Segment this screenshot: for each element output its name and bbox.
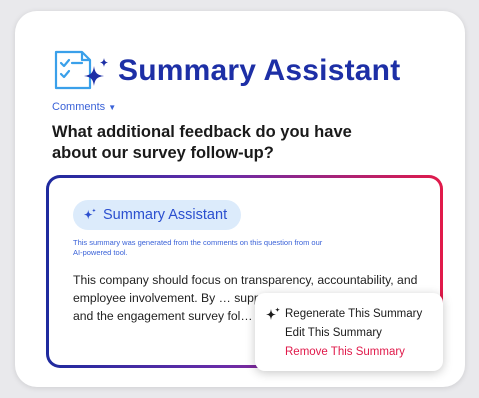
remove-summary-item[interactable]: Remove This Summary [285,346,405,358]
sparkle-icon [83,208,97,220]
summary-assistant-chip: Summary Assistant [73,200,242,230]
checklist-sparkle-icon [54,50,108,90]
sparkle-icon [266,307,280,320]
summary-context-menu: Regenerate This Summary Edit This Summar… [255,293,443,371]
ai-generated-note: This summary was generated from the comm… [73,238,323,257]
app-title: Summary Assistant [118,54,401,87]
regenerate-summary-item[interactable]: Regenerate This Summary [285,308,422,320]
caret-down-icon: ▼ [108,102,117,112]
question-heading: What additional feedback do you have abo… [52,123,352,162]
chip-label: Summary Assistant [103,207,228,223]
comments-dropdown[interactable]: Comments ▼ [52,101,116,113]
edit-summary-item[interactable]: Edit This Summary [285,327,382,339]
header: Summary Assistant [48,48,400,94]
comments-label: Comments [52,101,106,113]
